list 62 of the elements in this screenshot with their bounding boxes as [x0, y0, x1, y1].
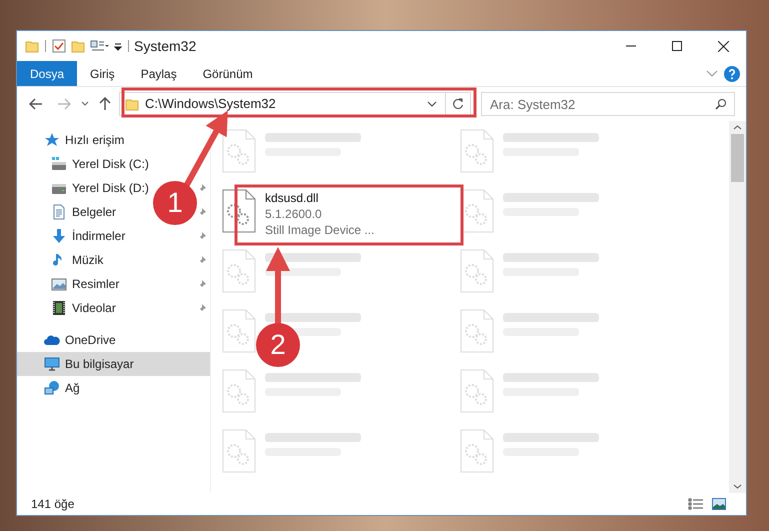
down-arrow-icon [51, 228, 67, 244]
search-icon[interactable] [715, 98, 727, 110]
star-icon [44, 132, 60, 148]
ribbon-tab[interactable]: Görünüm [190, 61, 266, 86]
blurred-file-icon [222, 129, 256, 173]
file-name: kdsusd.dll [265, 190, 320, 206]
dll-file-icon [222, 189, 256, 233]
navigation-item[interactable]: Belgeler [17, 200, 120, 224]
blurred-file-icon [460, 309, 494, 353]
ribbon-tab[interactable]: Giriş [77, 61, 128, 86]
back-arrow-icon[interactable] [29, 98, 43, 110]
ribbon-tab[interactable]: Dosya [17, 61, 78, 86]
scroll-down-icon[interactable] [733, 484, 742, 489]
navigation-item[interactable]: Resimler [17, 272, 124, 296]
details-view-icon[interactable] [688, 498, 704, 510]
item-count: 141 öğe [31, 496, 74, 513]
up-arrow-icon[interactable] [99, 97, 111, 111]
file-detail: Still Image Device ... [265, 222, 374, 238]
chevron-down-icon[interactable] [427, 101, 437, 107]
file-detail: 5.1.2600.0 [265, 206, 323, 222]
address-bar[interactable]: C:\Windows\System32 [119, 92, 471, 116]
monitor-icon [44, 356, 60, 372]
folder-icon [125, 97, 139, 111]
navigation-item[interactable]: Bu bilgisayar [17, 352, 210, 376]
navigation-item[interactable]: OneDrive [17, 328, 210, 352]
blurred-file-icon [460, 369, 494, 413]
file-item[interactable]: kdsusd.dll 5.1.2600.0 Still Image Device ... [218, 185, 456, 245]
window-title: System32 [134, 36, 196, 56]
help-icon[interactable] [724, 66, 740, 82]
picture-icon [51, 276, 67, 292]
properties-icon[interactable] [90, 39, 110, 53]
navigation-item[interactable]: Videolar [17, 296, 120, 320]
scroll-up-icon[interactable] [733, 125, 742, 130]
navigation-item[interactable]: İndirmeler [17, 224, 130, 248]
folder-icon [25, 39, 39, 53]
blurred-file-icon [222, 429, 256, 473]
blurred-file-icon [222, 369, 256, 413]
navigation-item[interactable]: Yerel Disk (D:) [17, 176, 153, 200]
navigation-item[interactable]: Hızlı erişim [17, 128, 210, 152]
close-icon [718, 40, 728, 52]
drive-icon [51, 156, 67, 172]
film-icon [51, 300, 67, 316]
ribbon-tab[interactable]: Paylaş [128, 61, 190, 86]
scrollbar-thumb[interactable] [731, 134, 744, 182]
blurred-file-icon [460, 129, 494, 173]
blurred-file-icon [460, 429, 494, 473]
navigation-item[interactable]: Yerel Disk (C:) [17, 152, 153, 176]
document-icon [51, 204, 67, 220]
checklist-icon[interactable] [52, 39, 66, 53]
large-icons-view-icon[interactable] [712, 498, 726, 510]
navigation-item[interactable]: Müzik [17, 248, 108, 272]
blurred-file-icon [222, 249, 256, 293]
chevron-down-icon[interactable] [81, 101, 89, 107]
refresh-icon[interactable] [452, 98, 464, 110]
network-icon [44, 380, 60, 396]
scrollbar[interactable] [729, 121, 746, 493]
blurred-file-icon [222, 309, 256, 353]
maximize-icon [672, 41, 682, 51]
navigation-item[interactable]: Ağ [17, 376, 210, 400]
search-field[interactable]: Ara: System32 [481, 92, 735, 116]
blurred-file-icon [460, 249, 494, 293]
address-path: C:\Windows\System32 [145, 95, 276, 114]
